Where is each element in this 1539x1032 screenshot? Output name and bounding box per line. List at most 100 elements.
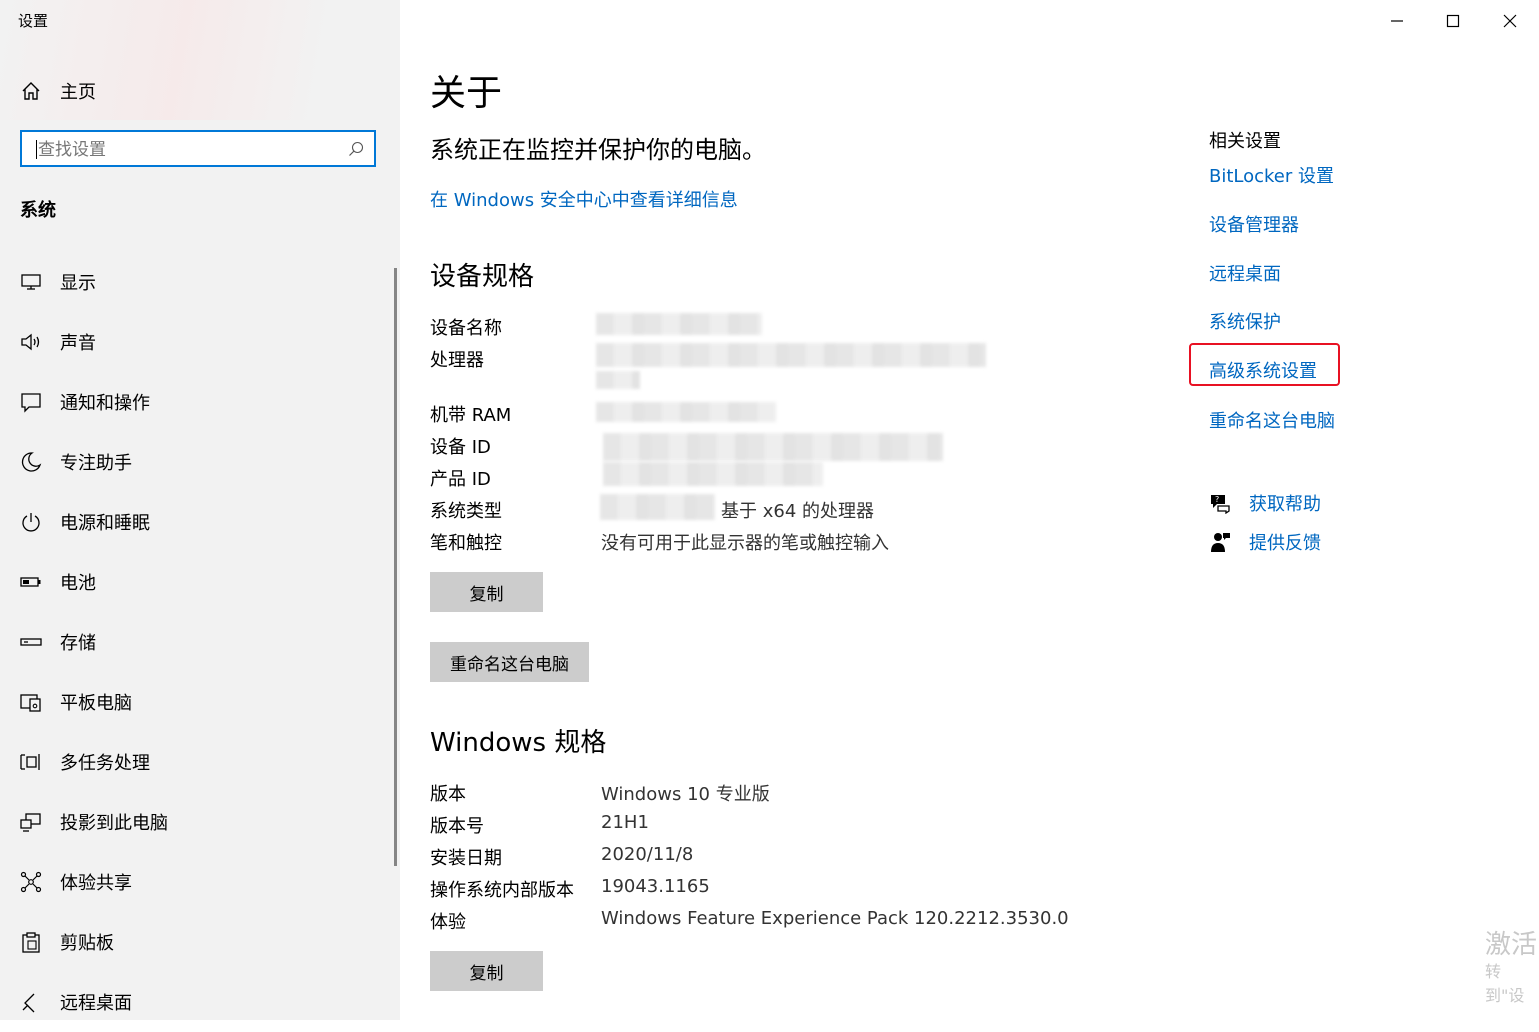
storage-icon	[20, 638, 42, 646]
nav-item-tablet[interactable]: 平板电脑	[0, 672, 400, 732]
spec-value-pen-touch: 没有可用于此显示器的笔或触控输入	[601, 533, 889, 554]
spec-label-product-id: 产品 ID	[430, 469, 491, 490]
spec-value-install-date: 2020/11/8	[601, 844, 694, 865]
search-icon[interactable]	[348, 141, 364, 157]
feedback-link[interactable]: 提供反馈	[1249, 529, 1321, 555]
spec-label-install-date: 安装日期	[430, 848, 502, 869]
app-title: 设置	[18, 12, 49, 30]
spec-label-system-type: 系统类型	[430, 501, 502, 522]
nav-item-label: 显示	[60, 273, 96, 294]
multitask-icon	[20, 754, 40, 770]
nav-item-label: 通知和操作	[60, 393, 150, 414]
nav-item-notifications[interactable]: 通知和操作	[0, 372, 400, 432]
search-input[interactable]	[36, 136, 340, 164]
rename-pc-link[interactable]: 重命名这台电脑	[1209, 407, 1335, 433]
protection-status-text: 系统正在监控并保护你的电脑。	[430, 136, 766, 164]
spec-label-device-id: 设备 ID	[430, 437, 491, 458]
sidebar: 设置 主页 系统 显示 声音 通知和操作 专注助手 电源和睡眠	[0, 0, 400, 1020]
nav-item-label: 多任务处理	[60, 753, 150, 774]
nav-item-focus-assist[interactable]: 专注助手	[0, 432, 400, 492]
rename-pc-button[interactable]: 重命名这台电脑	[430, 642, 589, 682]
spec-value-os-build: 19043.1165	[601, 876, 710, 897]
nav-item-remote-desktop[interactable]: 远程桌面	[0, 972, 400, 1032]
page-title: 关于	[430, 73, 503, 114]
svg-text:?: ?	[1215, 495, 1219, 504]
security-center-link[interactable]: 在 Windows 安全中心中查看详细信息	[430, 186, 738, 212]
nav-item-project[interactable]: 投影到此电脑	[0, 792, 400, 852]
home-label: 主页	[60, 82, 96, 103]
home-nav-item[interactable]: 主页	[20, 78, 96, 104]
speaker-icon	[21, 333, 40, 351]
search-box[interactable]	[20, 130, 376, 167]
section-title: 系统	[20, 200, 56, 221]
spec-label-edition: 版本	[430, 784, 466, 805]
device-specs-heading: 设备规格	[430, 262, 535, 292]
close-icon[interactable]	[1499, 10, 1521, 32]
spec-label-os-build: 操作系统内部版本	[430, 880, 574, 901]
copy-windows-specs-button[interactable]: 复制	[430, 951, 543, 991]
maximize-icon[interactable]	[1442, 10, 1464, 32]
tablet-icon	[20, 694, 41, 712]
windows-specs-heading: Windows 规格	[430, 728, 607, 758]
nav-item-clipboard[interactable]: 剪贴板	[0, 912, 400, 972]
nav-item-sound[interactable]: 声音	[0, 312, 400, 372]
notification-icon	[21, 393, 41, 413]
get-help-link[interactable]: 获取帮助	[1249, 490, 1321, 516]
redacted-system-type	[600, 494, 715, 520]
spec-label-pen-touch: 笔和触控	[430, 533, 502, 554]
power-icon	[22, 513, 40, 532]
moon-icon	[21, 452, 42, 472]
copy-device-specs-button[interactable]: 复制	[430, 572, 543, 612]
activation-watermark-title: 激活	[1485, 930, 1538, 960]
nav-item-label: 平板电脑	[60, 693, 132, 714]
bitlocker-settings-link[interactable]: BitLocker 设置	[1209, 162, 1334, 188]
project-icon	[20, 813, 41, 832]
activation-watermark-subtitle: 转到"设	[1485, 962, 1525, 1005]
redacted-device-id	[603, 433, 943, 461]
system-protection-link[interactable]: 系统保护	[1209, 308, 1281, 334]
nav-list: 显示 声音 通知和操作 专注助手 电源和睡眠 电池 存储 平板电脑 多任务处理 …	[0, 252, 400, 1032]
nav-item-label: 远程桌面	[60, 993, 132, 1014]
sidebar-scrollbar[interactable]	[394, 268, 397, 866]
nav-item-label: 投影到此电脑	[60, 813, 168, 834]
remote-desktop-link[interactable]: 远程桌面	[1209, 260, 1281, 286]
nav-item-battery[interactable]: 电池	[0, 552, 400, 612]
nav-item-storage[interactable]: 存储	[0, 612, 400, 672]
device-manager-link[interactable]: 设备管理器	[1209, 211, 1299, 237]
battery-icon	[20, 577, 41, 587]
spec-value-version: 21H1	[601, 812, 649, 833]
nav-item-power-sleep[interactable]: 电源和睡眠	[0, 492, 400, 552]
help-chat-icon: ?	[1211, 495, 1230, 514]
highlight-box	[1189, 343, 1340, 386]
spec-value-system-type: 基于 x64 的处理器	[721, 501, 874, 522]
remote-desktop-icon	[22, 993, 35, 1013]
get-help-row[interactable]: ? 获取帮助	[1209, 490, 1321, 516]
nav-item-label: 电池	[60, 573, 96, 594]
nav-item-display[interactable]: 显示	[0, 252, 400, 312]
nav-item-shared-experiences[interactable]: 体验共享	[0, 852, 400, 912]
nav-item-label: 体验共享	[60, 873, 132, 894]
redacted-product-id	[603, 462, 823, 486]
spec-value-experience: Windows Feature Experience Pack 120.2212…	[601, 908, 1069, 929]
home-icon	[22, 82, 40, 100]
monitor-icon	[21, 274, 41, 290]
clipboard-icon	[22, 932, 40, 953]
nav-item-label: 专注助手	[60, 453, 132, 474]
related-settings-title: 相关设置	[1209, 131, 1281, 152]
redacted-device-name	[596, 313, 762, 335]
minimize-icon[interactable]	[1386, 10, 1408, 32]
spec-label-device-name: 设备名称	[430, 318, 502, 339]
nav-item-label: 声音	[60, 333, 96, 354]
spec-label-experience: 体验	[430, 912, 466, 933]
feedback-row[interactable]: 提供反馈	[1209, 529, 1321, 555]
nav-item-label: 剪贴板	[60, 933, 114, 954]
redacted-processor-line2	[596, 371, 640, 389]
spec-value-edition: Windows 10 专业版	[601, 784, 770, 805]
spec-label-version: 版本号	[430, 816, 484, 837]
spec-label-processor: 处理器	[430, 350, 484, 371]
share-icon	[20, 871, 42, 893]
nav-item-multitasking[interactable]: 多任务处理	[0, 732, 400, 792]
nav-item-label: 存储	[60, 633, 96, 654]
nav-item-label: 电源和睡眠	[60, 513, 150, 534]
feedback-icon	[1211, 533, 1230, 552]
